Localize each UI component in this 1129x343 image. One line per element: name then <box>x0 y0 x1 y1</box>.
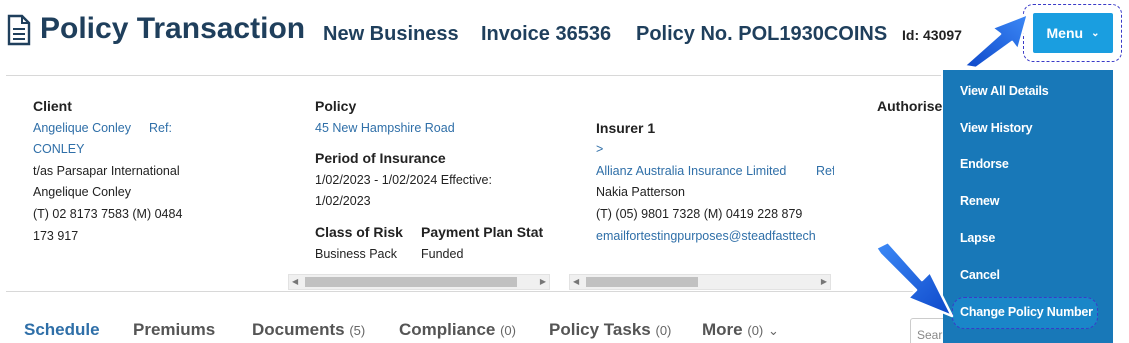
tab-label: Schedule <box>24 320 100 339</box>
client-ref-link[interactable]: Ref: <box>149 118 172 139</box>
menu-item-view-all-details[interactable]: View All Details <box>960 84 1049 98</box>
insurer-email-link[interactable]: emailfortestingpurposes@steadfasttech <box>596 226 834 247</box>
insurer-phone: (T) (05) 9801 7328 (M) 0419 228 879 <box>596 207 803 221</box>
client-phone: (T) 02 8173 7583 (M) 0484 <box>33 207 183 221</box>
tabs-divider <box>6 291 941 292</box>
tab-count: (5) <box>349 323 366 338</box>
period-effective-date: 1/02/2023 <box>315 194 371 208</box>
client-ref-code-link[interactable]: CONLEY <box>33 139 84 160</box>
menu-button[interactable]: Menu ⌄ <box>1033 13 1113 53</box>
insurer-contact: Nakia Patterson <box>596 185 685 199</box>
transaction-id: Id: 43097 <box>902 27 962 43</box>
tab-documents[interactable]: Documents (5) <box>252 320 365 340</box>
scroll-right-icon[interactable]: ▶ <box>821 275 827 289</box>
policy-address-link[interactable]: 45 New Hampshire Road <box>315 118 455 139</box>
policy-scrollbar[interactable]: ◀ ▶ <box>288 274 550 290</box>
insurer-name-link[interactable]: Allianz Australia Insurance Limited <box>596 161 786 182</box>
menu-item-cancel[interactable]: Cancel <box>960 268 1000 282</box>
tab-schedule[interactable]: Schedule <box>24 320 100 340</box>
scroll-left-icon[interactable]: ◀ <box>292 275 298 289</box>
tab-label: Policy Tasks <box>549 320 651 339</box>
tab-more[interactable]: More (0) ⌄ <box>702 320 779 340</box>
tab-premiums[interactable]: Premiums <box>133 320 215 340</box>
pointer-arrow-icon <box>962 12 1030 68</box>
insurer-scrollbar[interactable]: ◀ ▶ <box>569 274 831 290</box>
client-trading-as: t/as Parsapar International <box>33 164 180 178</box>
menu-item-endorse[interactable]: Endorse <box>960 157 1009 171</box>
authorised-heading: Authorise <box>877 98 943 114</box>
scroll-thumb[interactable] <box>305 277 517 287</box>
menu-item-view-history[interactable]: View History <box>960 121 1033 135</box>
insurer-link[interactable]: > <box>596 139 603 160</box>
tab-label: Premiums <box>133 320 216 339</box>
scroll-right-icon[interactable]: ▶ <box>540 275 546 289</box>
client-phone-cont: 173 917 <box>33 229 79 243</box>
client-heading: Client <box>33 98 72 114</box>
payment-plan-heading: Payment Plan Stat <box>421 224 544 240</box>
tab-count: (0) <box>655 323 672 338</box>
period-heading: Period of Insurance <box>315 150 446 166</box>
policy-number: Policy No. POL1930COINS <box>636 23 888 45</box>
header-divider <box>6 75 941 76</box>
page-title: Policy Transaction <box>40 12 306 45</box>
invoice-number: Invoice 36536 <box>481 23 612 45</box>
class-of-risk-heading: Class of Risk <box>315 224 403 240</box>
period-dates: 1/02/2023 - 1/02/2024 Effective: <box>315 173 492 187</box>
scroll-left-icon[interactable]: ◀ <box>573 275 579 289</box>
insurer-heading: Insurer 1 <box>596 120 656 136</box>
class-of-risk-value: Business Pack <box>315 247 397 261</box>
tab-label: Documents <box>252 320 345 339</box>
tab-policy-tasks[interactable]: Policy Tasks (0) <box>549 320 671 340</box>
payment-plan-value: Funded <box>421 247 464 261</box>
tab-count: (0) <box>747 323 764 338</box>
menu-item-change-policy-number[interactable]: Change Policy Number <box>960 305 1093 319</box>
menu-item-renew[interactable]: Renew <box>960 194 999 208</box>
chevron-down-icon: ⌄ <box>767 323 779 338</box>
transaction-type: New Business <box>323 23 459 45</box>
tab-label: Compliance <box>399 320 496 339</box>
insurer-ref-link[interactable]: Ref <box>816 161 834 182</box>
pointer-arrow-icon <box>874 240 954 318</box>
tab-compliance[interactable]: Compliance (0) <box>399 320 516 340</box>
scroll-thumb[interactable] <box>586 277 698 287</box>
client-contact: Angelique Conley <box>33 185 131 199</box>
chevron-down-icon: ⌄ <box>1091 27 1100 39</box>
policy-heading: Policy <box>315 98 357 114</box>
menu-button-label: Menu <box>1046 25 1084 41</box>
client-name-link[interactable]: Angelique Conley <box>33 118 131 139</box>
document-icon <box>7 14 31 46</box>
menu-item-lapse[interactable]: Lapse <box>960 231 995 245</box>
tab-count: (0) <box>500 323 516 338</box>
tab-label: More <box>702 320 743 339</box>
